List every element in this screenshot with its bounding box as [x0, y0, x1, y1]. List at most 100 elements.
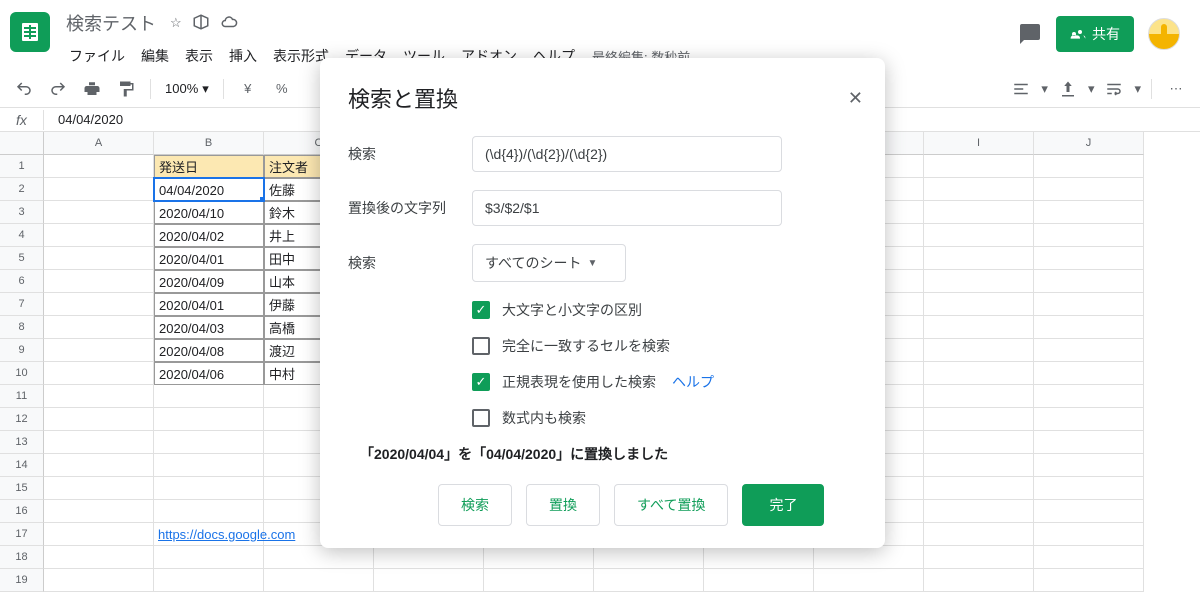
menu-insert[interactable]: 挿入	[222, 42, 264, 70]
cell-I8[interactable]	[924, 316, 1034, 339]
redo-icon[interactable]	[44, 75, 72, 103]
cell-J3[interactable]	[1034, 201, 1144, 224]
cell-J19[interactable]	[1034, 569, 1144, 592]
col-head-B[interactable]: B	[154, 132, 264, 155]
cell-A7[interactable]	[44, 293, 154, 316]
currency-button[interactable]: ¥	[234, 75, 262, 103]
print-icon[interactable]	[78, 75, 106, 103]
row-head-13[interactable]: 13	[0, 431, 44, 454]
cell-I15[interactable]	[924, 477, 1034, 500]
cell-J16[interactable]	[1034, 500, 1144, 523]
formula-checkbox[interactable]	[472, 409, 490, 427]
cell-A13[interactable]	[44, 431, 154, 454]
cell-B16[interactable]	[154, 500, 264, 523]
replace-button[interactable]: 置換	[526, 484, 600, 526]
row-head-15[interactable]: 15	[0, 477, 44, 500]
cell-A8[interactable]	[44, 316, 154, 339]
cell-I16[interactable]	[924, 500, 1034, 523]
cell-F18[interactable]	[594, 546, 704, 569]
cell-A2[interactable]	[44, 178, 154, 201]
cell-A11[interactable]	[44, 385, 154, 408]
cell-I3[interactable]	[924, 201, 1034, 224]
menu-edit[interactable]: 編集	[134, 42, 176, 70]
cell-F19[interactable]	[594, 569, 704, 592]
row-head-14[interactable]: 14	[0, 454, 44, 477]
cell-B8[interactable]: 2020/04/03	[154, 316, 264, 339]
row-head-4[interactable]: 4	[0, 224, 44, 247]
cell-I18[interactable]	[924, 546, 1034, 569]
col-head-I[interactable]: I	[924, 132, 1034, 155]
cell-B17[interactable]: https://docs.google.com	[154, 523, 264, 546]
cell-J9[interactable]	[1034, 339, 1144, 362]
cell-B11[interactable]	[154, 385, 264, 408]
cell-H18[interactable]	[814, 546, 924, 569]
row-head-9[interactable]: 9	[0, 339, 44, 362]
cloud-icon[interactable]	[220, 13, 238, 34]
sheets-logo[interactable]	[10, 12, 50, 52]
row-head-19[interactable]: 19	[0, 569, 44, 592]
cell-A12[interactable]	[44, 408, 154, 431]
share-button[interactable]: 共有	[1056, 16, 1134, 52]
replace-input[interactable]	[472, 190, 782, 226]
cell-A1[interactable]	[44, 155, 154, 178]
row-head-11[interactable]: 11	[0, 385, 44, 408]
cell-J12[interactable]	[1034, 408, 1144, 431]
cell-B4[interactable]: 2020/04/02	[154, 224, 264, 247]
cell-J17[interactable]	[1034, 523, 1144, 546]
undo-icon[interactable]	[10, 75, 38, 103]
paint-format-icon[interactable]	[112, 75, 140, 103]
cell-B2[interactable]: 04/04/2020	[154, 178, 264, 201]
done-button[interactable]: 完了	[742, 484, 824, 526]
cell-B15[interactable]	[154, 477, 264, 500]
cell-B19[interactable]	[154, 569, 264, 592]
cell-I11[interactable]	[924, 385, 1034, 408]
regex-checkbox[interactable]: ✓	[472, 373, 490, 391]
cell-E19[interactable]	[484, 569, 594, 592]
row-head-1[interactable]: 1	[0, 155, 44, 178]
case-checkbox[interactable]: ✓	[472, 301, 490, 319]
cell-B14[interactable]	[154, 454, 264, 477]
formula-value[interactable]: 04/04/2020	[44, 110, 137, 129]
menu-view[interactable]: 表示	[178, 42, 220, 70]
zoom-select[interactable]: 100% ▾	[161, 81, 213, 97]
row-head-5[interactable]: 5	[0, 247, 44, 270]
cell-B9[interactable]: 2020/04/08	[154, 339, 264, 362]
search-input[interactable]	[472, 136, 782, 172]
close-icon[interactable]: ✕	[848, 88, 863, 109]
cell-I7[interactable]	[924, 293, 1034, 316]
cell-A17[interactable]	[44, 523, 154, 546]
cell-J13[interactable]	[1034, 431, 1144, 454]
cell-A19[interactable]	[44, 569, 154, 592]
row-head-17[interactable]: 17	[0, 523, 44, 546]
row-head-7[interactable]: 7	[0, 293, 44, 316]
cell-I17[interactable]	[924, 523, 1034, 546]
cell-I9[interactable]	[924, 339, 1034, 362]
valign-icon[interactable]	[1054, 75, 1082, 103]
cell-J6[interactable]	[1034, 270, 1144, 293]
cell-D18[interactable]	[374, 546, 484, 569]
replace-all-button[interactable]: すべて置換	[614, 484, 728, 526]
regex-help-link[interactable]: ヘルプ	[672, 372, 714, 392]
scope-select[interactable]: すべてのシート ▼	[472, 244, 626, 282]
cell-J14[interactable]	[1034, 454, 1144, 477]
cell-J11[interactable]	[1034, 385, 1144, 408]
col-head-A[interactable]: A	[44, 132, 154, 155]
menu-file[interactable]: ファイル	[62, 42, 132, 70]
cell-A5[interactable]	[44, 247, 154, 270]
cell-G18[interactable]	[704, 546, 814, 569]
cell-B10[interactable]: 2020/04/06	[154, 362, 264, 385]
cell-H19[interactable]	[814, 569, 924, 592]
cell-B6[interactable]: 2020/04/09	[154, 270, 264, 293]
percent-button[interactable]: %	[268, 75, 296, 103]
cell-B5[interactable]: 2020/04/01	[154, 247, 264, 270]
row-head-3[interactable]: 3	[0, 201, 44, 224]
move-icon[interactable]	[192, 13, 210, 34]
cell-I12[interactable]	[924, 408, 1034, 431]
cell-B3[interactable]: 2020/04/10	[154, 201, 264, 224]
cell-I5[interactable]	[924, 247, 1034, 270]
more-icon[interactable]: ⋯	[1162, 75, 1190, 103]
row-head-8[interactable]: 8	[0, 316, 44, 339]
cell-A9[interactable]	[44, 339, 154, 362]
row-head-2[interactable]: 2	[0, 178, 44, 201]
row-head-10[interactable]: 10	[0, 362, 44, 385]
